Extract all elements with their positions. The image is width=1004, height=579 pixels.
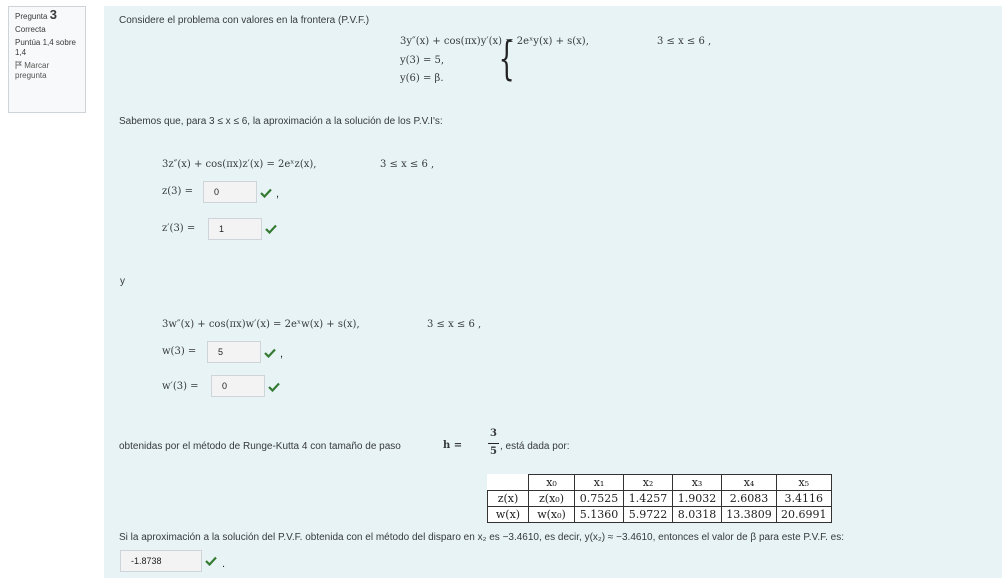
- table-cell: 13.3809: [721, 506, 777, 523]
- table-cell: x₂: [623, 474, 673, 491]
- fraction-bar: [488, 443, 499, 444]
- table-cell: w(x₀): [528, 506, 575, 523]
- table-cell: x₁: [574, 474, 624, 491]
- question-score: Puntúa 1,4 sobre 1,4: [15, 38, 76, 57]
- table-cell: 3.4116: [776, 490, 832, 507]
- beta-answer-field[interactable]: -1.8738: [120, 550, 202, 572]
- obtenidas-text: obtenidas por el método de Runge-Kutta 4…: [119, 441, 401, 452]
- ivp1-equation: 3z″(x) + cos(πx)z′(x) = 2eˣz(x),: [162, 159, 317, 170]
- comma: ,: [276, 188, 280, 200]
- comma: ,: [280, 348, 284, 360]
- table-cell: 0.7525: [574, 490, 624, 507]
- h-label: h =: [443, 440, 463, 451]
- check-icon: [260, 188, 272, 198]
- table-cell: x₄: [721, 474, 777, 491]
- check-icon: [268, 382, 280, 392]
- table-cell: 5.1360: [574, 506, 624, 523]
- obtenidas-after-text: , está dada por:: [500, 441, 570, 452]
- bvp-equation: 3y″(x) + cos(πx)y′(x) = 2eˣy(x) + s(x),: [400, 36, 589, 47]
- rk4-table: x₀ x₁ x₂ x₃ x₄ x₅ z(x) z(x₀) 0.7525 1.4257 1.9032 2…: [487, 474, 832, 523]
- ivp2-cond2-label: w′(3) =: [162, 381, 199, 392]
- table-cell: 5.9722: [623, 506, 673, 523]
- pregunta-label: Pregunta: [15, 12, 48, 21]
- ivp2-domain: 3 ≤ x ≤ 6 ,: [427, 319, 482, 330]
- y-connector: y: [120, 276, 125, 287]
- question-content: Considere el problema con valores en la …: [104, 6, 1002, 578]
- table-cell: 1.4257: [623, 490, 673, 507]
- flag-icon: [15, 61, 23, 69]
- question-number: Pregunta 3: [15, 7, 79, 22]
- table-cell: x₃: [672, 474, 722, 491]
- final-question-text: Si la aproximación a la solución del P.V…: [119, 532, 845, 543]
- dw3-answer-field[interactable]: 0: [211, 375, 265, 397]
- table-cell: z(x): [487, 490, 529, 507]
- ivp1-cond2-label: z′(3) =: [162, 223, 196, 234]
- question-number-value: 3: [49, 7, 57, 22]
- question-info: Pregunta 3 Correcta Puntúa 1,4 sobre 1,4…: [8, 6, 86, 113]
- table-row: z(x) z(x₀) 0.7525 1.4257 1.9032 2.6083 3.4116: [487, 490, 832, 507]
- question-status: Correcta: [15, 25, 46, 34]
- bvp-domain: 3 ≤ x ≤ 6 ,: [657, 36, 712, 47]
- table-header-row: x₀ x₁ x₂ x₃ x₄ x₅: [487, 474, 832, 491]
- check-icon: [264, 348, 276, 358]
- bvp-condition-1: y(3) = 5,: [400, 55, 445, 66]
- ivp1-cond1-label: z(3) =: [162, 186, 193, 197]
- fraction-numerator: 3: [490, 428, 497, 439]
- table-cell: z(x₀): [528, 490, 575, 507]
- ivp2-equation: 3w″(x) + cos(πx)w′(x) = 2eˣw(x) + s(x),: [162, 319, 360, 330]
- check-icon: [265, 224, 277, 234]
- dz3-answer-field[interactable]: 1: [208, 218, 262, 240]
- check-icon: [205, 556, 217, 566]
- table-cell: w(x): [487, 506, 529, 523]
- table-cell: 8.0318: [672, 506, 722, 523]
- table-row: w(x) w(x₀) 5.1360 5.9722 8.0318 13.3809 20.699…: [487, 506, 832, 523]
- intro-text: Considere el problema con valores en la …: [119, 15, 370, 26]
- bvp-condition-2: y(6) = β.: [400, 73, 444, 84]
- sabemos-text: Sabemos que, para 3 ≤ x ≤ 6, la aproxima…: [119, 116, 443, 127]
- table-cell: [487, 474, 529, 491]
- table-cell: 2.6083: [721, 490, 777, 507]
- table-cell: x₅: [776, 474, 832, 491]
- period: .: [222, 558, 226, 570]
- ivp1-domain: 3 ≤ x ≤ 6 ,: [380, 159, 435, 170]
- ivp2-cond1-label: w(3) =: [162, 346, 197, 357]
- table-cell: 20.6991: [776, 506, 832, 523]
- table-cell: x₀: [528, 474, 575, 491]
- flag-question-link[interactable]: Marcar pregunta: [15, 61, 79, 81]
- z3-answer-field[interactable]: 0: [203, 181, 257, 203]
- fraction-denominator: 5: [490, 446, 497, 457]
- table-cell: 1.9032: [672, 490, 722, 507]
- w3-answer-field[interactable]: 5: [207, 341, 261, 363]
